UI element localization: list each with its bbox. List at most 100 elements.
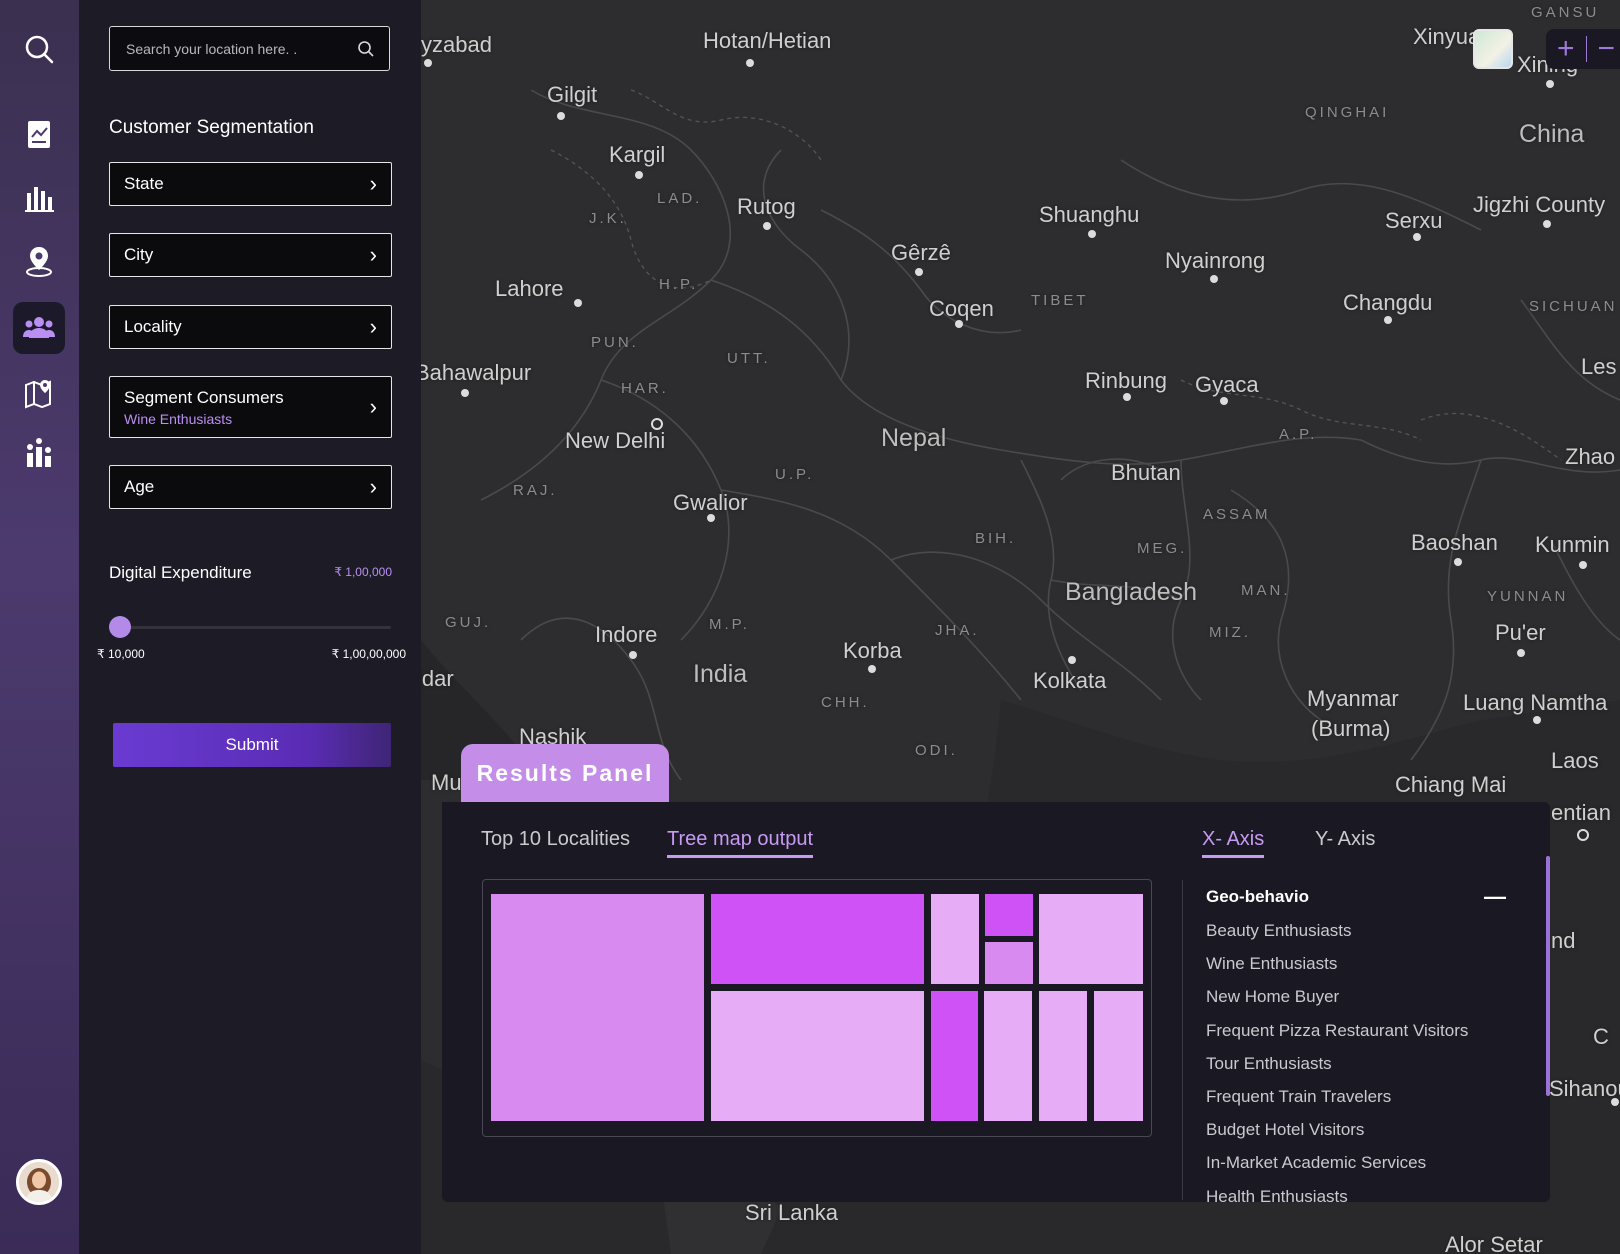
- list-item[interactable]: Tour Enthusiasts: [1206, 1047, 1506, 1080]
- treemap-cell[interactable]: [491, 894, 704, 1121]
- treemap-cell[interactable]: [985, 942, 1033, 984]
- list-item[interactable]: Wine Enthusiasts: [1206, 947, 1506, 980]
- ranking-icon[interactable]: [13, 428, 65, 480]
- treemap-cell[interactable]: [985, 894, 1033, 936]
- map-label: Shuanghu: [1039, 202, 1140, 227]
- treemap-cell[interactable]: [711, 894, 924, 984]
- expenditure-slider-track[interactable]: [119, 626, 391, 629]
- tab-top-localities[interactable]: Top 10 Localities: [481, 828, 630, 851]
- map-label: Luang Namtha: [1463, 690, 1608, 715]
- map-label: CHH.: [821, 694, 870, 711]
- map-dot: [1220, 397, 1228, 405]
- treemap-cell[interactable]: [931, 991, 978, 1121]
- list-item[interactable]: New Home Buyer: [1206, 980, 1506, 1013]
- search-input[interactable]: Search your location here. .: [109, 26, 390, 71]
- list-scrollbar[interactable]: [1546, 856, 1550, 1096]
- map-pin-icon[interactable]: [13, 367, 65, 419]
- expenditure-value: ₹ 1,00,000: [334, 565, 392, 579]
- map-label: Rinbung: [1085, 368, 1167, 393]
- map-dot: [424, 59, 432, 67]
- map-label: Hotan/Hetian: [703, 28, 832, 53]
- list-item[interactable]: In-Market Academic Services: [1206, 1146, 1506, 1179]
- treemap-cell[interactable]: [1094, 991, 1143, 1121]
- dropdown-label: Locality: [124, 317, 182, 336]
- city-dropdown[interactable]: City ›: [109, 233, 392, 277]
- map-label: PUN.: [591, 334, 639, 351]
- map-dot: [1088, 230, 1096, 238]
- map-dot: [1454, 558, 1462, 566]
- dropdown-selected-value: Wine Enthusiasts: [124, 410, 233, 427]
- tab-x-axis[interactable]: X- Axis: [1202, 828, 1265, 858]
- icon-rail: [0, 0, 79, 1254]
- treemap-cell[interactable]: [931, 894, 979, 984]
- search-icon[interactable]: [357, 40, 375, 58]
- map-label: MIZ.: [1209, 624, 1251, 641]
- map-label: J.K.: [589, 210, 627, 227]
- tab-tree-map[interactable]: Tree map output: [667, 828, 814, 858]
- users-icon[interactable]: [13, 302, 65, 354]
- map-label: Zhao: [1565, 444, 1616, 469]
- map-label: Serxu: [1385, 208, 1443, 233]
- map-label: MAN.: [1241, 582, 1291, 599]
- map-label: GANSU: [1531, 4, 1600, 21]
- report-icon[interactable]: [13, 108, 65, 160]
- map-label: U.P.: [775, 466, 815, 483]
- map-label: Bhutan: [1111, 460, 1181, 485]
- map-dot: [1123, 393, 1131, 401]
- map-dot: [1210, 275, 1218, 283]
- list-item[interactable]: Frequent Pizza Restaurant Visitors: [1206, 1014, 1506, 1047]
- results-panel-tab[interactable]: Results Panel: [461, 744, 669, 802]
- list-item[interactable]: Budget Hotel Visitors: [1206, 1113, 1506, 1146]
- avatar[interactable]: [16, 1159, 62, 1205]
- treemap-cell[interactable]: [984, 991, 1032, 1121]
- list-item[interactable]: Health Enthusiasts: [1206, 1180, 1506, 1213]
- map-label: Sri Lanka: [745, 1200, 838, 1225]
- map-dot: [1543, 220, 1551, 228]
- expenditure-slider-thumb[interactable]: [109, 616, 131, 638]
- map-label: Chiang Mai: [1395, 772, 1507, 797]
- chevron-right-icon: ›: [369, 314, 377, 339]
- map-dot: [1533, 716, 1541, 724]
- list-group-header[interactable]: Geo-behavio —: [1206, 880, 1506, 914]
- segment-list: Geo-behavio — Beauty Enthusiasts Wine En…: [1206, 880, 1506, 1213]
- map-label: Gilgit: [547, 82, 598, 107]
- tab-y-axis[interactable]: Y- Axis: [1315, 828, 1375, 851]
- map-label: JHA.: [935, 622, 980, 639]
- map-layer-toggle[interactable]: [1473, 29, 1513, 69]
- map-label: Jigzhi County: [1473, 192, 1606, 217]
- map-dot: [763, 222, 771, 230]
- map-label: Kolkata: [1033, 668, 1107, 693]
- map-label: Bangladesh: [1065, 578, 1198, 606]
- map-dot: [574, 299, 582, 307]
- map-dot: [1517, 649, 1525, 657]
- search-icon[interactable]: [13, 23, 65, 75]
- state-dropdown[interactable]: State ›: [109, 162, 392, 206]
- treemap-cell[interactable]: [1039, 991, 1087, 1121]
- zoom-in-button[interactable]: +: [1546, 29, 1586, 69]
- location-pin-icon[interactable]: [13, 235, 65, 287]
- segment-consumers-dropdown[interactable]: Segment Consumers Wine Enthusiasts ›: [109, 376, 392, 438]
- list-item[interactable]: Beauty Enthusiasts: [1206, 914, 1506, 947]
- map-label: RAJ.: [513, 482, 558, 499]
- bar-chart-icon[interactable]: [13, 172, 65, 224]
- treemap-cell[interactable]: [711, 991, 924, 1121]
- map-label: Les: [1581, 354, 1617, 379]
- map-label: LAD.: [657, 190, 703, 207]
- zoom-out-button[interactable]: −: [1586, 29, 1620, 69]
- treemap-cell[interactable]: [1039, 894, 1143, 984]
- filter-panel: Search your location here. . Customer Se…: [79, 0, 421, 1254]
- chevron-right-icon: ›: [369, 171, 377, 196]
- map-label: Korba: [843, 638, 902, 663]
- map-label: M.P.: [709, 616, 750, 633]
- locality-dropdown[interactable]: Locality ›: [109, 305, 392, 349]
- submit-button[interactable]: Submit: [113, 723, 391, 767]
- map-label: New Delhi: [565, 428, 666, 453]
- map-label: BIH.: [975, 530, 1017, 547]
- map-label: Myanmar: [1307, 686, 1399, 711]
- collapse-icon[interactable]: —: [1484, 884, 1506, 910]
- map-label: A.P.: [1279, 426, 1318, 443]
- list-item[interactable]: Frequent Train Travelers: [1206, 1080, 1506, 1113]
- dropdown-label: Age: [124, 477, 155, 496]
- slider-min-label: ₹ 10,000: [97, 647, 145, 661]
- age-dropdown[interactable]: Age ›: [109, 465, 392, 509]
